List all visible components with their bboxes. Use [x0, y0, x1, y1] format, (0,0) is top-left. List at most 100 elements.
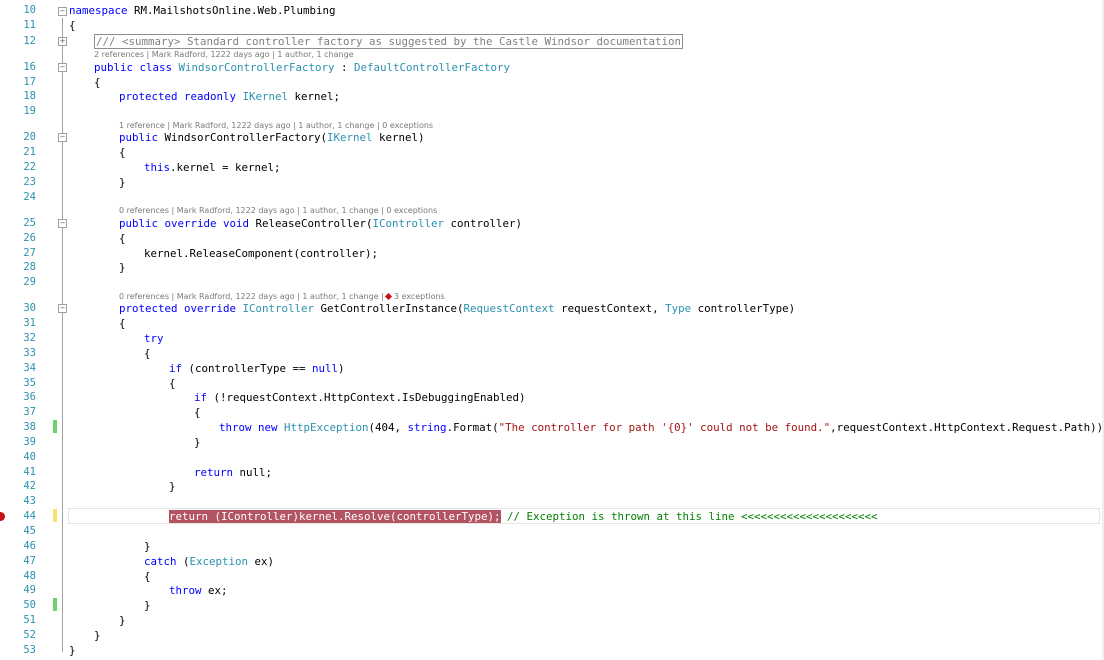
line-number: 51: [23, 614, 36, 626]
brace: }: [69, 644, 76, 657]
param-name: requestContext,: [554, 302, 666, 315]
line-number: 47: [23, 555, 36, 567]
param-name: ex): [248, 555, 275, 568]
keyword: try: [144, 332, 164, 345]
line-number: 18: [23, 90, 36, 102]
param-name: kernel): [372, 131, 425, 144]
collapse-release-toggle[interactable]: −: [58, 219, 67, 228]
line-number: 53: [23, 644, 36, 656]
brace: }: [119, 614, 126, 627]
change-marker-unsaved: [53, 509, 57, 522]
code-line: {: [69, 18, 76, 33]
statement: ex;: [201, 584, 228, 597]
keyword: return: [194, 466, 234, 479]
code-line: public override void ReleaseController(I…: [119, 216, 522, 231]
paren: ): [338, 362, 345, 375]
code-line: {: [94, 75, 101, 90]
brace: }: [144, 599, 151, 612]
line-number: 32: [23, 332, 36, 344]
codelens-class[interactable]: 2 references | Mark Radford, 1222 days a…: [94, 50, 354, 60]
collapse-namespace-toggle[interactable]: −: [58, 7, 67, 16]
statement: kernel.ReleaseComponent(controller);: [144, 247, 379, 260]
collapse-class-toggle[interactable]: −: [58, 63, 67, 72]
method-name: GetControllerInstance(: [314, 302, 464, 315]
code-line: throw ex;: [169, 583, 228, 598]
line-number: 23: [23, 176, 36, 188]
statement: .kernel = kernel;: [170, 161, 281, 174]
brace: {: [194, 406, 201, 419]
brace: {: [144, 570, 151, 583]
args: ,requestContext.HttpContext.Request.Path…: [830, 421, 1104, 434]
code-line: return null;: [194, 465, 272, 480]
code-line: this.kernel = kernel;: [144, 160, 281, 175]
line-number: 52: [23, 629, 36, 641]
line-number: 21: [23, 146, 36, 158]
code-line: {: [144, 346, 151, 361]
brace: {: [94, 76, 101, 89]
code-line: }: [119, 260, 126, 275]
expand-summary-toggle[interactable]: +: [58, 37, 67, 46]
class-name: WindsorControllerFactory: [178, 61, 335, 74]
line-number: 12: [23, 35, 36, 47]
code-line: {: [194, 405, 201, 420]
line-number: 44: [23, 510, 36, 522]
line-number: 39: [23, 436, 36, 448]
keyword: catch: [144, 555, 177, 568]
code-line: }: [194, 435, 201, 450]
code-line: }: [169, 479, 176, 494]
keyword: protected readonly: [119, 90, 243, 103]
code-editor[interactable]: 10 11 12 16 17 18 19 20 21 22 23 24 25 26 27 28 29 30 31 32…: [0, 0, 1104, 660]
line-number: 40: [23, 451, 36, 463]
comment: // Exception is thrown at this line <<<<…: [500, 510, 878, 523]
line-number: 42: [23, 480, 36, 492]
line-number: 11: [23, 19, 36, 31]
line-number: 28: [23, 261, 36, 273]
brace: {: [169, 377, 176, 390]
keyword: null: [312, 362, 339, 375]
code-line: /// <summary> Standard controller factor…: [94, 34, 684, 49]
code-line: protected readonly IKernel kernel;: [119, 89, 340, 104]
code-line: if (!requestContext.HttpContext.IsDebugg…: [194, 390, 526, 405]
line-number: 41: [23, 466, 36, 478]
line-number: 31: [23, 317, 36, 329]
collapse-get-toggle[interactable]: −: [58, 304, 67, 313]
exception-icon: [384, 292, 392, 301]
line-number: 43: [23, 495, 36, 507]
code-line: public class WindsorControllerFactory : …: [94, 60, 510, 75]
line-number: 38: [23, 421, 36, 433]
namespace-name: RM.MailshotsOnline.Web.Plumbing: [127, 4, 336, 17]
brace: }: [119, 176, 126, 189]
line-number: 36: [23, 391, 36, 403]
ctor-name: WindsorControllerFactory(: [164, 131, 328, 144]
keyword: namespace: [69, 4, 128, 17]
type-name: HttpException: [284, 421, 369, 434]
change-marker-saved: [53, 598, 57, 611]
param-name: controllerType): [691, 302, 796, 315]
code-line: }: [119, 613, 126, 628]
keyword: throw new: [219, 421, 285, 434]
code-line: {: [169, 376, 176, 391]
code-line: }: [119, 175, 126, 190]
type-name: Exception: [189, 555, 249, 568]
change-marker-saved: [53, 420, 57, 433]
keyword: throw: [169, 584, 202, 597]
separator: :: [334, 61, 355, 74]
args: (404,: [368, 421, 408, 434]
brace: }: [194, 436, 201, 449]
collapsed-summary[interactable]: /// <summary> Standard controller factor…: [94, 34, 684, 49]
brace: {: [69, 19, 76, 32]
codelens-release[interactable]: 0 references | Mark Radford, 1222 days a…: [119, 206, 437, 216]
type-name: Type: [665, 302, 692, 315]
code-line: {: [144, 569, 151, 584]
line-number: 30: [23, 302, 36, 314]
codelens-exceptions[interactable]: 3 exceptions: [394, 292, 445, 301]
line-number: 35: [23, 377, 36, 389]
method-call: .Format(: [446, 421, 499, 434]
line-number: 26: [23, 232, 36, 244]
code-line: kernel.ReleaseComponent(controller);: [144, 246, 378, 261]
line-number: 34: [23, 362, 36, 374]
collapse-ctor-toggle[interactable]: −: [58, 133, 67, 142]
type-name: RequestContext: [463, 302, 555, 315]
code-line: {: [119, 316, 126, 331]
code-line: {: [119, 231, 126, 246]
